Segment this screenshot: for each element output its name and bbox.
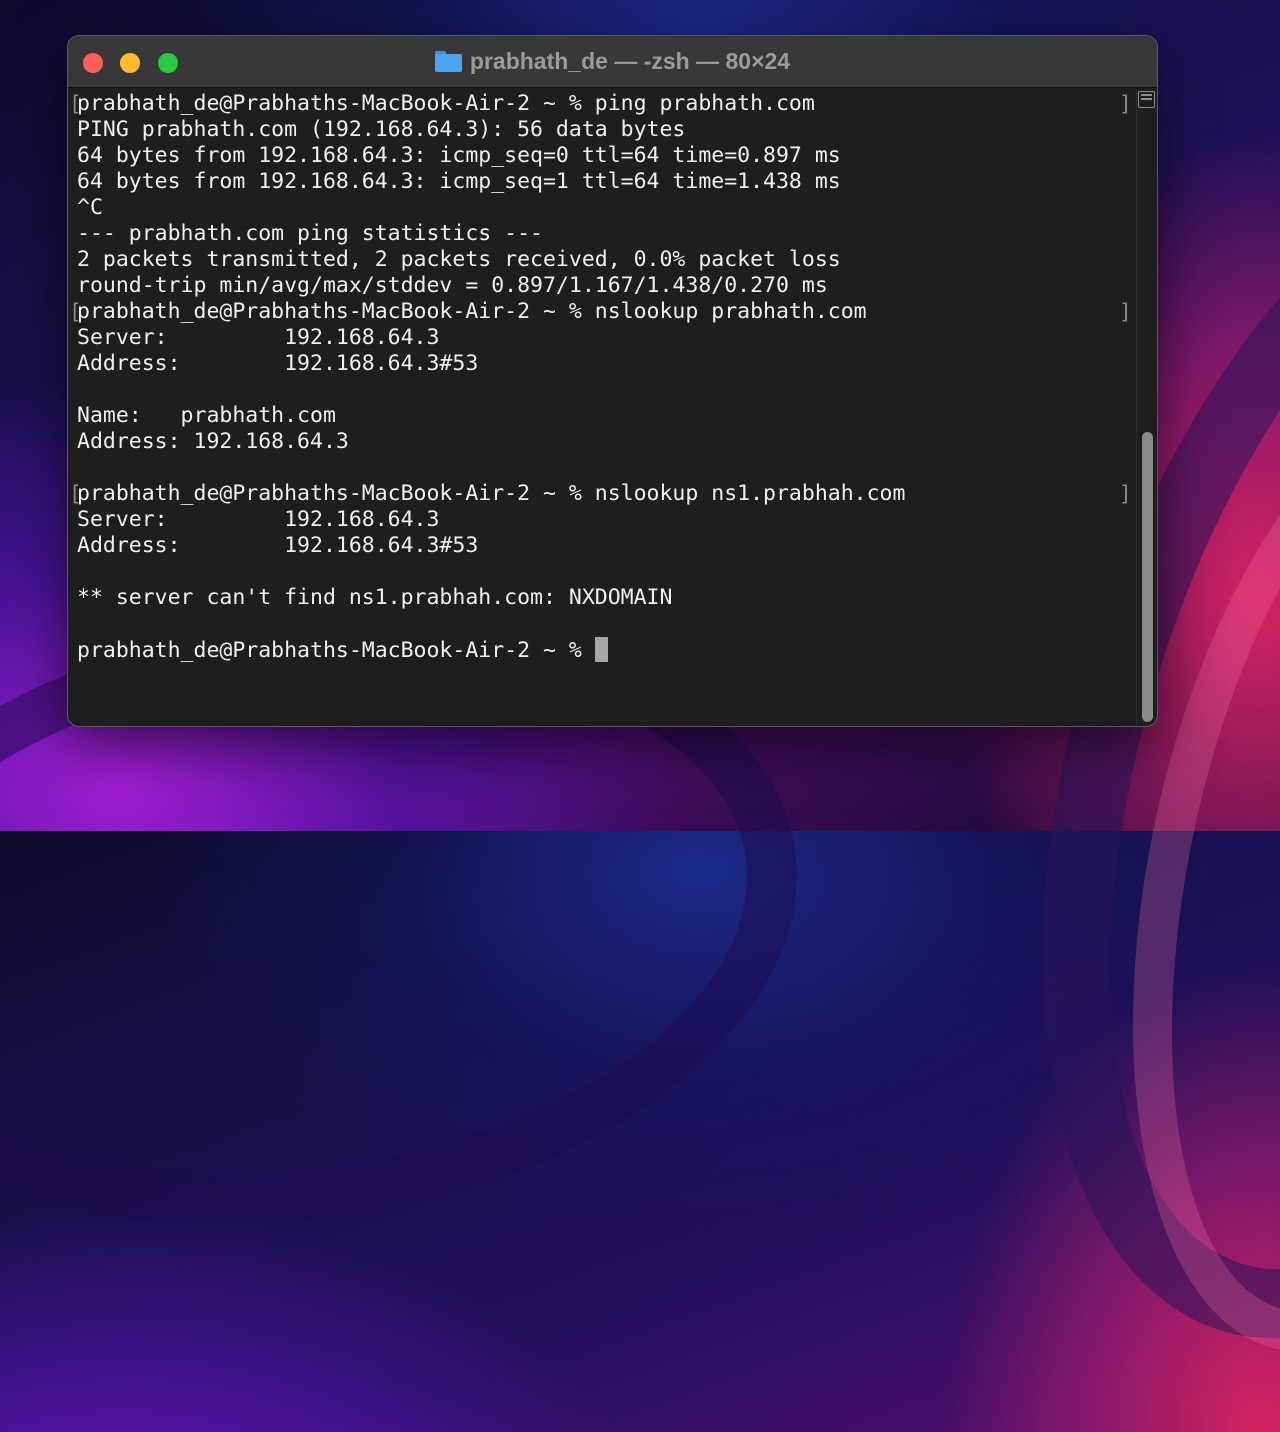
terminal-line-text: prabhath_de@Prabhaths-MacBook-Air-2 ~ % bbox=[77, 638, 595, 663]
title-bar[interactable]: prabhath_de — -zsh — 80×24 bbox=[68, 36, 1157, 88]
terminal-line-text: --- prabhath.com ping statistics --- bbox=[77, 221, 543, 246]
terminal-line: --- prabhath.com ping statistics --- bbox=[77, 221, 1127, 247]
terminal-line: prabhath_de@Prabhaths-MacBook-Air-2 ~ % bbox=[77, 637, 1127, 663]
mark-bracket-left: [ bbox=[69, 300, 82, 324]
terminal-line-text: 2 packets transmitted, 2 packets receive… bbox=[77, 247, 841, 272]
terminal-line: Server: 192.168.64.3 bbox=[77, 325, 1127, 351]
terminal-line-text: Address: 192.168.64.3 bbox=[77, 429, 349, 454]
terminal-window: prabhath_de — -zsh — 80×24 prabhath_de@P… bbox=[67, 35, 1158, 727]
window-title: prabhath_de — -zsh — 80×24 bbox=[68, 47, 1157, 75]
mark-bracket-right: ] bbox=[1119, 482, 1132, 506]
terminal-line-text: PING prabhath.com (192.168.64.3): 56 dat… bbox=[77, 117, 686, 142]
terminal-line-text: prabhath_de@Prabhaths-MacBook-Air-2 ~ % … bbox=[77, 481, 906, 506]
terminal-line-text: Address: 192.168.64.3#53 bbox=[77, 351, 479, 376]
terminal-line-text: round-trip min/avg/max/stddev = 0.897/1.… bbox=[77, 273, 828, 298]
terminal-line: prabhath_de@Prabhaths-MacBook-Air-2 ~ % … bbox=[69, 299, 1132, 325]
terminal-line: Address: 192.168.64.3#53 bbox=[77, 533, 1127, 559]
terminal-line: PING prabhath.com (192.168.64.3): 56 dat… bbox=[77, 117, 1127, 143]
folder-icon bbox=[434, 51, 462, 72]
scrollbar-track[interactable] bbox=[1142, 118, 1153, 722]
terminal-line: Server: 192.168.64.3 bbox=[77, 507, 1127, 533]
terminal-line: Address: 192.168.64.3 bbox=[77, 429, 1127, 455]
terminal-line-text: ** server can't find ns1.prabhah.com: NX… bbox=[77, 585, 673, 610]
terminal-output[interactable]: prabhath_de@Prabhaths-MacBook-Air-2 ~ % … bbox=[69, 91, 1132, 721]
terminal-line: ^C bbox=[77, 195, 1127, 221]
terminal-line-text: 64 bytes from 192.168.64.3: icmp_seq=0 t… bbox=[77, 143, 841, 168]
window-title-text: prabhath_de — -zsh — 80×24 bbox=[469, 48, 791, 74]
terminal-line-text: Server: 192.168.64.3 bbox=[77, 507, 440, 532]
terminal-line: 2 packets transmitted, 2 packets receive… bbox=[77, 247, 1127, 273]
terminal-line: Name: prabhath.com bbox=[77, 403, 1127, 429]
terminal-line: 64 bytes from 192.168.64.3: icmp_seq=0 t… bbox=[77, 143, 1127, 169]
terminal-line-text: 64 bytes from 192.168.64.3: icmp_seq=1 t… bbox=[77, 169, 841, 194]
terminal-line: round-trip min/avg/max/stddev = 0.897/1.… bbox=[77, 273, 1127, 299]
mark-bracket-right: ] bbox=[1119, 92, 1132, 116]
mark-bracket-left: [ bbox=[69, 482, 82, 506]
terminal-line: prabhath_de@Prabhaths-MacBook-Air-2 ~ % … bbox=[69, 91, 1132, 117]
terminal-line: prabhath_de@Prabhaths-MacBook-Air-2 ~ % … bbox=[69, 481, 1132, 507]
terminal-line-text: prabhath_de@Prabhaths-MacBook-Air-2 ~ % … bbox=[77, 299, 867, 324]
terminal-line-text: prabhath_de@Prabhaths-MacBook-Air-2 ~ % … bbox=[77, 91, 815, 116]
terminal-line: ** server can't find ns1.prabhah.com: NX… bbox=[77, 585, 1127, 611]
mark-bracket-right: ] bbox=[1119, 300, 1132, 324]
split-pane-icon[interactable] bbox=[1138, 91, 1155, 108]
terminal-line-text: ^C bbox=[77, 195, 103, 220]
text-cursor bbox=[594, 637, 608, 662]
mark-bracket-left: [ bbox=[69, 92, 82, 116]
terminal-line-text: Server: 192.168.64.3 bbox=[77, 325, 440, 350]
terminal-line-text: Address: 192.168.64.3#53 bbox=[77, 533, 479, 558]
terminal-line: 64 bytes from 192.168.64.3: icmp_seq=1 t… bbox=[77, 169, 1127, 195]
terminal-line: Address: 192.168.64.3#53 bbox=[77, 351, 1127, 377]
terminal-line-text: Name: prabhath.com bbox=[77, 403, 336, 428]
scrollbar-thumb[interactable] bbox=[1142, 432, 1153, 722]
scrollbar[interactable] bbox=[1136, 88, 1157, 726]
